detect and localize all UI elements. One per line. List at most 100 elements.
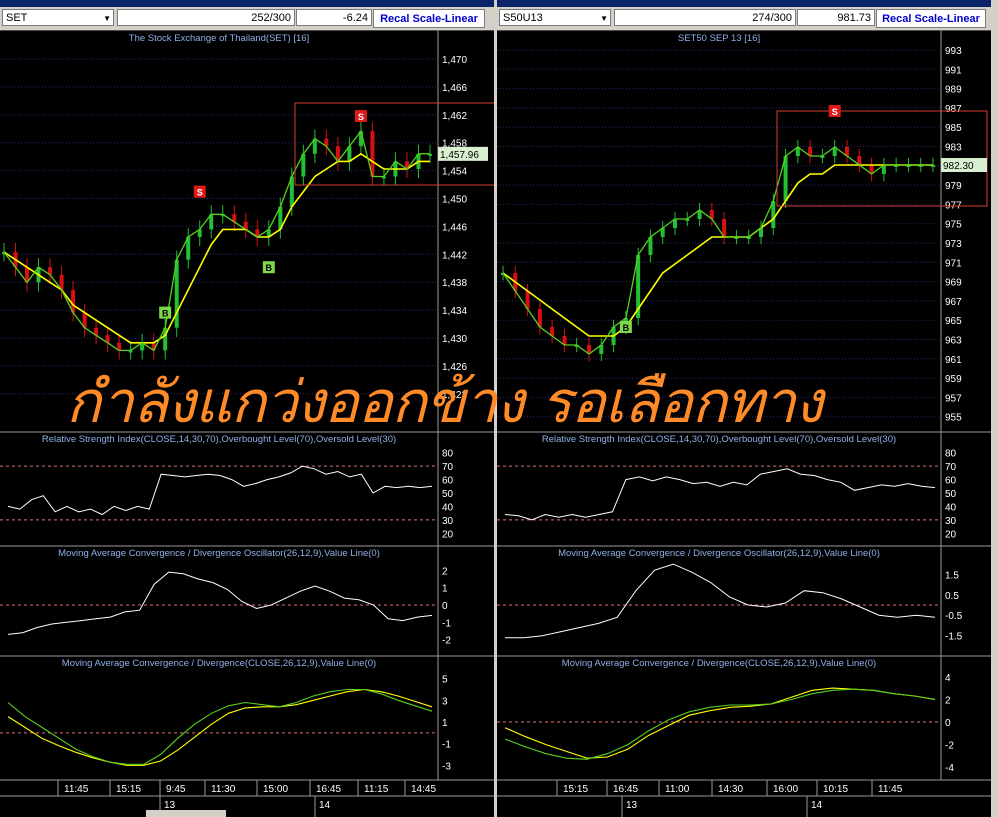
rsi-tick-label: 60 (442, 476, 454, 487)
price-tick-label: 1,438 (442, 278, 467, 289)
price-tick-label: 989 (945, 85, 962, 96)
symbol-value: SET (6, 12, 28, 24)
price-tick-label: 1,466 (442, 83, 467, 94)
symbol-select[interactable]: SET ▼ (2, 9, 114, 26)
time-tick-label: 11:15 (364, 784, 389, 795)
macd-tick-label: -2 (945, 741, 954, 752)
time-tick-label: 11:45 (878, 784, 903, 795)
oscillator-pane-title: Moving Average Convergence / Divergence … (58, 548, 380, 559)
price-tick-label: 1,442 (442, 250, 467, 261)
chart-toolbar: S50U13 ▼ 274/300 981.73 Recal Scale-Line… (497, 7, 991, 30)
chart-area: The Stock Exchange of Thailand(SET) [16]… (0, 30, 494, 817)
signal-label: S (832, 107, 838, 117)
price-tick-label: 957 (945, 393, 962, 404)
macd-tick-label: -4 (945, 763, 954, 774)
price-tick-label: 973 (945, 239, 962, 250)
recal-scale-button[interactable]: Recal Scale-Linear (876, 9, 986, 28)
price-tick-label: 983 (945, 143, 962, 154)
price-tick-label: 975 (945, 220, 962, 231)
price-tick-label: 1,470 (442, 55, 467, 66)
price-tick-label: 1,434 (442, 306, 467, 317)
macd-signal-line (7, 688, 433, 766)
time-tick-label: 16:00 (773, 784, 798, 795)
rsi-line (7, 465, 433, 516)
price-tick-label: 963 (945, 336, 962, 347)
price-tick-label: 965 (945, 316, 962, 327)
macd-tick-label: 3 (442, 696, 448, 707)
ema-slow-line (502, 164, 933, 337)
date-tick-label: 13 (164, 800, 176, 811)
price-tick-label: 961 (945, 355, 962, 366)
price-tick-label: 967 (945, 297, 962, 308)
price-tick-label: 971 (945, 258, 962, 269)
time-tick-label: 11:30 (211, 784, 236, 795)
signal-label: S (358, 112, 364, 122)
signal-label: B (266, 263, 273, 273)
rsi-tick-label: 80 (442, 449, 454, 460)
signal-label: B (623, 323, 630, 333)
time-tick-label: 16:45 (316, 784, 341, 795)
oscillator-tick-label: 0 (442, 601, 448, 612)
price-tick-label: 1,426 (442, 362, 467, 373)
oscillator-tick-label: 1 (442, 584, 448, 595)
macd-line (7, 688, 433, 765)
macd-tick-label: 4 (945, 673, 951, 684)
macd-tick-label: 1 (442, 718, 448, 729)
ema-fast-line (502, 146, 933, 355)
macd-line (504, 688, 936, 760)
oscillator-tick-label: 2 (442, 566, 448, 577)
macd-tick-label: -3 (442, 761, 451, 772)
price-value: 981.73 (797, 9, 875, 26)
date-tick-label: 14 (811, 800, 823, 811)
ema-slow-line (3, 152, 430, 344)
rsi-tick-label: 30 (945, 516, 957, 527)
oscillator-tick-label: -1.5 (945, 632, 963, 643)
chevron-down-icon[interactable]: ▼ (600, 10, 608, 27)
signal-label: S (197, 188, 203, 198)
right-chart-window: S50U13 ▼ 274/300 981.73 Recal Scale-Line… (497, 0, 991, 817)
time-tick-label: 15:00 (263, 784, 288, 795)
oscillator-line (7, 571, 433, 635)
rsi-tick-label: 40 (945, 502, 957, 513)
price-tick-label: 987 (945, 104, 962, 115)
price-tick-label: 1,454 (442, 167, 467, 178)
window-titlebar (497, 0, 991, 7)
oscillator-tick-label: 0.5 (945, 591, 959, 602)
current-price-value: 982.30 (943, 161, 974, 172)
rsi-tick-label: 50 (945, 489, 957, 500)
macd-signal-line (504, 687, 936, 759)
recal-scale-button[interactable]: Recal Scale-Linear (373, 9, 485, 28)
time-tick-label: 14:30 (718, 784, 743, 795)
rsi-tick-label: 60 (945, 476, 957, 487)
time-tick-label: 14:45 (411, 784, 436, 795)
time-tick-label: 9:45 (166, 784, 186, 795)
oscillator-pane-title: Moving Average Convergence / Divergence … (558, 548, 880, 559)
chevron-down-icon[interactable]: ▼ (103, 10, 111, 27)
window-titlebar (0, 0, 494, 7)
price-tick-label: 985 (945, 123, 962, 134)
rsi-tick-label: 70 (945, 462, 957, 473)
rsi-tick-label: 50 (442, 489, 454, 500)
macd-tick-label: 5 (442, 675, 448, 686)
rsi-tick-label: 80 (945, 449, 957, 460)
time-tick-label: 15:15 (563, 784, 588, 795)
price-tick-label: 1,446 (442, 222, 467, 233)
macd-pane-title: Moving Average Convergence / Divergence(… (562, 658, 876, 669)
symbol-select[interactable]: S50U13 ▼ (499, 9, 611, 26)
price-tick-label: 979 (945, 181, 962, 192)
time-tick-label: 15:15 (116, 784, 141, 795)
price-tick-label: 1,422 (442, 390, 467, 401)
price-tick-label: 991 (945, 65, 962, 76)
rsi-line (504, 468, 936, 521)
oscillator-line (505, 563, 936, 639)
rsi-pane-title: Relative Strength Index(CLOSE,14,30,70),… (542, 434, 896, 445)
time-tick-label: 10:15 (823, 784, 848, 795)
rsi-pane-title: Relative Strength Index(CLOSE,14,30,70),… (42, 434, 396, 445)
oscillator-tick-label: 1.5 (945, 570, 959, 581)
rsi-tick-label: 20 (945, 529, 957, 540)
date-tick-label: 13 (626, 800, 638, 811)
price-pane-title: The Stock Exchange of Thailand(SET) [16] (129, 33, 309, 44)
oscillator-tick-label: -0.5 (945, 611, 963, 622)
macd-tick-label: 0 (945, 718, 951, 729)
price-tick-label: 955 (945, 413, 962, 424)
